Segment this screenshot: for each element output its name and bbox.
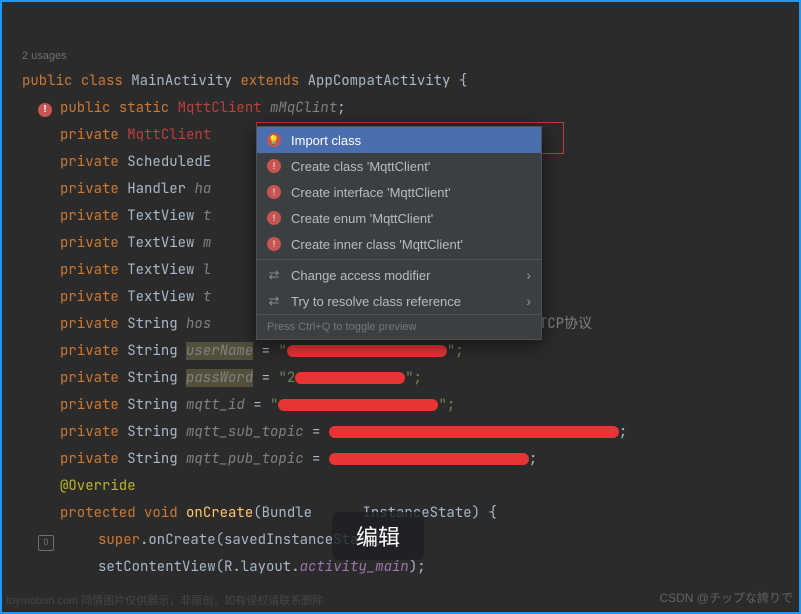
code-line: @Override [22,473,799,500]
popup-footer-hint: Press Ctrl+Q to toggle preview [257,314,541,339]
code-line: public static MqttClient mMqClint; [22,95,799,122]
redaction-scribble [329,426,619,438]
code-line: public class MainActivity extends AppCom… [22,68,799,95]
usages-hint[interactable]: 2 usages [22,10,799,68]
intention-icon: ⇄ [267,268,281,282]
popup-item-change-access[interactable]: ⇄ Change access modifier › [257,262,541,288]
popup-item-label: Create interface 'MqttClient' [291,185,451,200]
gutter: ! O [2,2,58,612]
redaction-scribble [329,453,529,465]
popup-item-label: Create inner class 'MqttClient' [291,237,463,252]
code-line: private String passWord = "2"; [22,365,799,392]
bulb-icon: ! [267,211,281,225]
watermark-left: toymoban.com 同情图片仅供展示，非原创，如有侵权请联系删除 [6,592,323,608]
watermark: CSDN @チップな誇りで [659,589,793,606]
redaction-scribble [278,399,438,411]
popup-item-label: Create enum 'MqttClient' [291,211,433,226]
popup-item-label: Create class 'MqttClient' [291,159,430,174]
override-marker-icon[interactable]: O [38,535,54,551]
redaction-scribble [287,345,447,357]
bulb-icon: ! [267,237,281,251]
popup-item-create-interface[interactable]: ! Create interface 'MqttClient' [257,179,541,205]
chevron-right-icon: › [526,293,531,309]
popup-item-create-inner-class[interactable]: ! Create inner class 'MqttClient' [257,231,541,257]
code-line: private String mqtt_sub_topic = ; [22,419,799,446]
bulb-icon: ! [267,159,281,173]
bulb-icon: ! [267,185,281,199]
chevron-right-icon: › [526,267,531,283]
code-line: private String userName = ""; [22,338,799,365]
popup-item-label: Change access modifier [291,268,430,283]
error-bulb-icon[interactable]: ! [38,103,52,117]
popup-item-create-class[interactable]: ! Create class 'MqttClient' [257,153,541,179]
code-line: private String mqtt_id = ""; [22,392,799,419]
popup-item-create-enum[interactable]: ! Create enum 'MqttClient' [257,205,541,231]
popup-item-import-class[interactable]: 💡 Import class [257,127,541,153]
quickfix-popup: 💡 Import class ! Create class 'MqttClien… [256,126,542,340]
redaction-scribble [295,372,405,384]
code-line: private String mqtt_pub_topic = ; [22,446,799,473]
bulb-icon: 💡 [267,133,281,147]
editor-viewport: ! O 2 usages public class MainActivity e… [0,0,801,614]
popup-item-label: Try to resolve class reference [291,294,461,309]
popup-separator [257,259,541,260]
intention-icon: ⇄ [267,294,281,308]
popup-item-label: Import class [291,133,361,148]
popup-item-resolve-reference[interactable]: ⇄ Try to resolve class reference › [257,288,541,314]
edit-pill[interactable]: 编辑 [332,512,424,560]
